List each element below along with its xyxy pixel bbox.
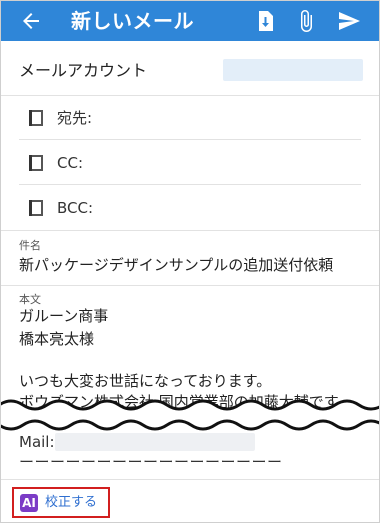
mail-address-redacted: [55, 433, 255, 451]
attachment-icon[interactable]: [294, 9, 318, 33]
app-bar: 新しいメール: [1, 1, 379, 41]
ai-proofread-button[interactable]: AI 校正する: [12, 487, 110, 518]
divider: [19, 139, 361, 140]
divider: [1, 285, 379, 286]
cc-label: CC:: [57, 154, 84, 172]
to-label: 宛先:: [57, 109, 93, 127]
address-book-icon[interactable]: [27, 154, 45, 172]
body-line: ガルーン商事: [19, 307, 109, 325]
divider: [1, 479, 379, 480]
save-draft-icon[interactable]: [253, 9, 277, 33]
body-line: 橋本亮太様: [19, 330, 95, 348]
address-book-icon[interactable]: [27, 199, 45, 217]
subject-caption: 件名: [19, 239, 41, 252]
ai-icon: AI: [20, 494, 38, 512]
bcc-label: BCC:: [57, 199, 94, 217]
mail-account-selector[interactable]: [223, 59, 363, 81]
address-book-icon[interactable]: [27, 109, 45, 127]
send-icon[interactable]: [337, 9, 361, 33]
signature-separator: ーーーーーーーーーーーーーーーーー: [19, 453, 283, 471]
divider: [1, 230, 379, 231]
compose-mail-screen: 新しいメール メールアカウント 宛先: CC: BCC: 件名 新パッケージデザ…: [0, 0, 380, 523]
subject-input[interactable]: 新パッケージデザインサンプルの追加送付依頼: [19, 254, 333, 276]
body-line: いつも大変お世話になっております。: [19, 372, 272, 390]
mail-account-label: メールアカウント: [19, 61, 148, 80]
back-arrow-icon[interactable]: [19, 9, 43, 33]
divider: [1, 95, 379, 96]
mail-signature-label: Mail:: [19, 433, 55, 451]
ai-proofread-label: 校正する: [45, 495, 98, 510]
page-title: 新しいメール: [71, 9, 194, 33]
divider: [19, 184, 361, 185]
